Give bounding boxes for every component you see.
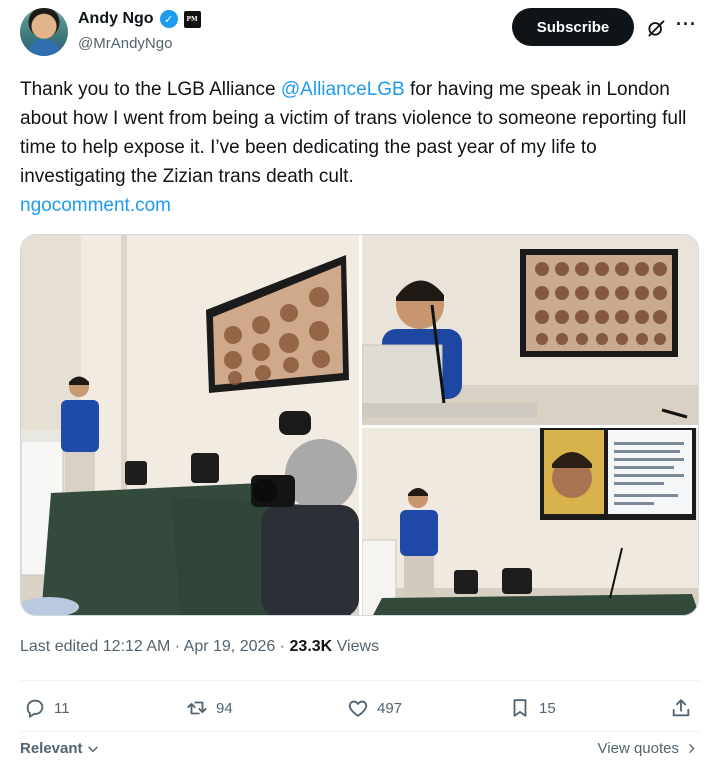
chevron-down-icon [87, 746, 98, 752]
replies-footer: Relevant View quotes [20, 738, 700, 762]
avatar[interactable] [20, 8, 68, 56]
divider [20, 731, 700, 732]
share-button[interactable] [670, 697, 692, 719]
subscribe-button[interactable]: Subscribe [512, 8, 634, 46]
grok-icon[interactable] [646, 18, 666, 38]
view-quotes-label: View quotes [597, 740, 679, 757]
reply-button[interactable]: 11 [24, 697, 70, 719]
action-bar: 11 94 497 15 [20, 697, 700, 727]
tweet-meta: Last edited 12:12 AM · Apr 19, 2026 · 23… [20, 638, 379, 656]
reply-icon [26, 699, 44, 718]
view-quotes-link[interactable]: View quotes [598, 740, 698, 757]
verified-check-icon[interactable]: ✓ [159, 10, 178, 28]
sort-label: Relevant [20, 740, 83, 757]
like-button[interactable]: 497 [347, 697, 402, 719]
divider [20, 680, 700, 681]
author-handle[interactable]: @MrAndyNgo [78, 35, 172, 52]
heart-icon [348, 700, 368, 717]
more-icon[interactable]: ··· [676, 14, 697, 35]
author-display-name[interactable]: Andy Ngo [78, 10, 154, 28]
author-name-row: Andy Ngo ✓ PM [78, 10, 201, 28]
share-icon [672, 699, 690, 717]
photo-speaker-wide[interactable] [21, 235, 359, 615]
bookmark-icon [513, 699, 527, 717]
photo-speaker-room[interactable] [362, 428, 698, 615]
views-label: Views [336, 638, 380, 655]
views-count: 23.3K [289, 638, 333, 655]
bookmark-count: 15 [539, 699, 556, 717]
external-link[interactable]: ngocomment.com [20, 195, 171, 216]
tweet-header: Andy Ngo ✓ PM @MrAndyNgo Subscribe ··· [20, 8, 700, 58]
tweet-text-before: Thank you to the LGB Alliance [20, 79, 281, 100]
reply-count: 11 [54, 699, 70, 717]
repost-button[interactable]: 94 [186, 697, 233, 719]
media-grid [20, 234, 699, 616]
like-count: 497 [377, 699, 403, 717]
repost-count: 94 [216, 699, 233, 717]
tweet-text: Thank you to the LGB Alliance @AllianceL… [20, 75, 700, 220]
affiliate-badge[interactable]: PM [183, 10, 201, 28]
edited-timestamp[interactable]: Last edited 12:12 AM · Apr 19, 2026 · [20, 638, 290, 655]
chevron-right-icon [689, 744, 695, 753]
sort-dropdown[interactable]: Relevant [20, 740, 100, 757]
mention-link[interactable]: @AllianceLGB [281, 79, 405, 100]
photo-speaker-closeup[interactable] [362, 235, 698, 425]
bookmark-button[interactable]: 15 [509, 697, 556, 719]
repost-icon [187, 701, 207, 715]
